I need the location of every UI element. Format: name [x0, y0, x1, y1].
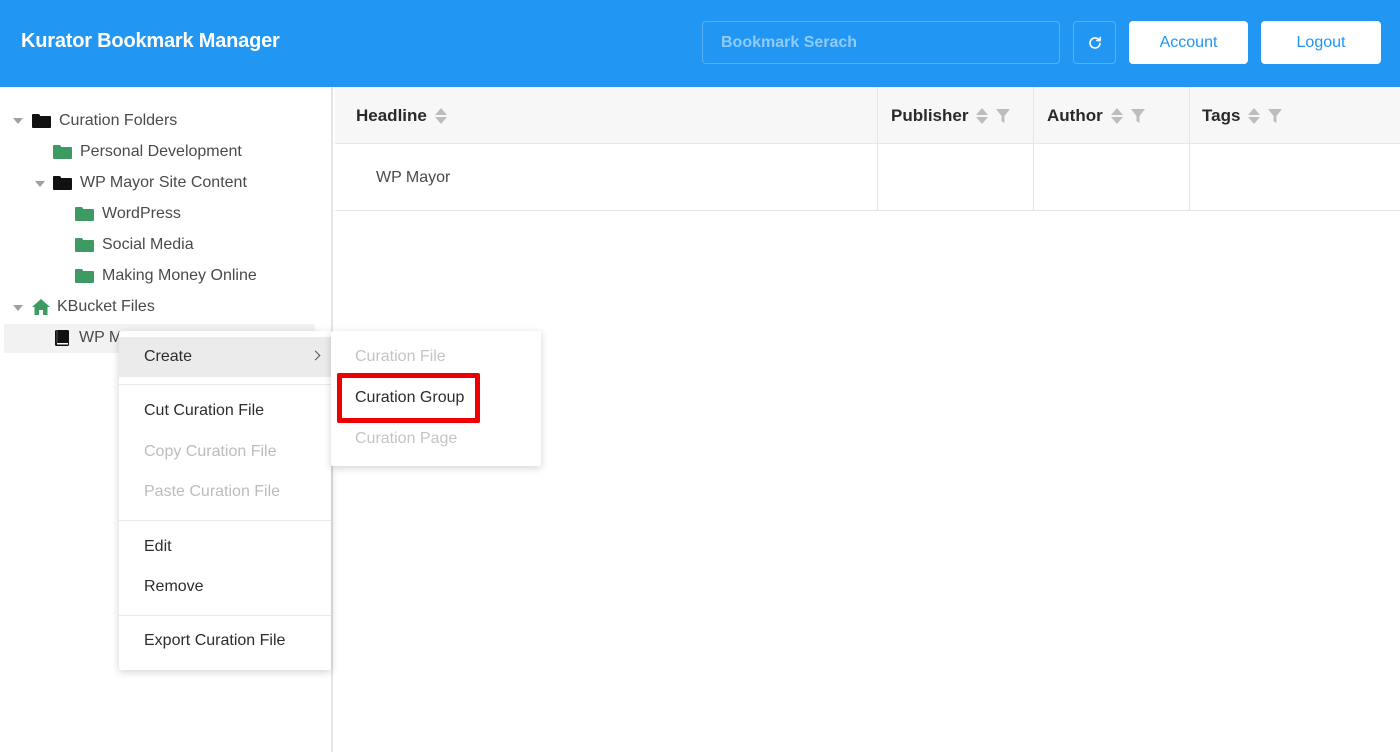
- filter-icon[interactable]: [1268, 108, 1283, 124]
- tree-item-label: Making Money Online: [102, 267, 257, 284]
- refresh-icon: [1088, 36, 1101, 49]
- sort-icon[interactable]: [976, 107, 989, 125]
- tree-item-label: WP Mayor Site Content: [80, 174, 247, 191]
- submenu-item-label: Curation File: [355, 348, 446, 365]
- home-icon: [32, 299, 50, 315]
- submenu-item-label: Curation Page: [355, 430, 458, 447]
- tree-item-making-money-online[interactable]: Making Money Online: [75, 262, 257, 290]
- folder-icon: [75, 238, 94, 252]
- filter-icon[interactable]: [996, 108, 1011, 124]
- column-label: Tags: [1202, 105, 1241, 125]
- menu-divider: [119, 520, 331, 521]
- tree-item-label: WP M: [79, 329, 123, 346]
- menu-item-cut-curation-file[interactable]: Cut Curation File: [119, 391, 331, 431]
- menu-item-label: Edit: [144, 538, 172, 555]
- menu-item-export-curation-file[interactable]: Export Curation File: [119, 621, 331, 661]
- menu-item-label: Paste Curation File: [144, 483, 281, 500]
- tree-item-label: WordPress: [102, 205, 181, 222]
- tree-item-wordpress[interactable]: WordPress: [75, 200, 181, 228]
- tree-item-label: KBucket Files: [57, 298, 155, 315]
- refresh-button[interactable]: [1073, 21, 1116, 64]
- column-header-headline[interactable]: Headline: [356, 87, 447, 144]
- logout-button[interactable]: Logout: [1261, 21, 1381, 64]
- table-row[interactable]: WP Mayor: [335, 145, 1400, 211]
- filter-icon[interactable]: [1130, 108, 1145, 124]
- tree-item-label: Curation Folders: [59, 112, 178, 129]
- menu-item-copy-curation-file[interactable]: Copy Curation File: [119, 432, 331, 472]
- menu-item-remove[interactable]: Remove: [119, 567, 331, 607]
- column-header-publisher[interactable]: Publisher: [891, 87, 1011, 144]
- tree-item-label: Personal Development: [80, 143, 242, 160]
- submenu-item-label: Curation Group: [355, 389, 465, 406]
- menu-divider: [119, 615, 331, 616]
- menu-divider: [119, 384, 331, 385]
- tree-item-personal-development[interactable]: Personal Development: [53, 138, 242, 166]
- menu-item-label: Export Curation File: [144, 632, 286, 649]
- tree-item-wp-mayor-site-content[interactable]: WP Mayor Site Content: [53, 169, 247, 197]
- context-menu: Create Cut Curation File Copy Curation F…: [119, 331, 331, 670]
- menu-item-edit[interactable]: Edit: [119, 527, 331, 567]
- submenu-item-curation-page[interactable]: Curation Page: [331, 419, 541, 459]
- caret-down-icon[interactable]: [13, 118, 23, 124]
- submenu-item-curation-file[interactable]: Curation File: [331, 337, 541, 377]
- column-label: Author: [1047, 105, 1103, 125]
- sort-icon[interactable]: [1110, 107, 1123, 125]
- sort-icon[interactable]: [434, 107, 447, 125]
- folder-icon: [53, 176, 72, 190]
- tree-item-kbucket-files[interactable]: KBucket Files: [31, 293, 155, 321]
- cell-headline: WP Mayor: [376, 169, 451, 186]
- column-label: Headline: [356, 105, 427, 125]
- table-header: Headline Publisher Author Tags: [335, 87, 1400, 144]
- column-header-tags[interactable]: Tags: [1202, 87, 1283, 144]
- column-label: Publisher: [891, 105, 969, 125]
- account-button[interactable]: Account: [1129, 21, 1248, 64]
- tree-item-curation-folders[interactable]: Curation Folders: [32, 107, 177, 135]
- folder-icon: [75, 207, 94, 221]
- folder-icon: [75, 269, 94, 283]
- book-icon: [55, 330, 69, 346]
- submenu-item-curation-group[interactable]: Curation Group: [331, 378, 541, 418]
- column-header-author[interactable]: Author: [1047, 87, 1145, 144]
- menu-item-label: Copy Curation File: [144, 443, 277, 460]
- folder-icon: [32, 114, 51, 128]
- chevron-right-icon: [310, 350, 321, 361]
- bookmark-search-input[interactable]: [702, 21, 1060, 64]
- folder-icon: [53, 145, 72, 159]
- tree-item-social-media[interactable]: Social Media: [75, 231, 194, 259]
- sort-icon[interactable]: [1248, 107, 1261, 125]
- tree-item-wp-mayor[interactable]: WP M: [53, 324, 122, 352]
- menu-item-create[interactable]: Create: [119, 337, 331, 377]
- caret-down-icon[interactable]: [35, 181, 45, 187]
- menu-item-label: Cut Curation File: [144, 402, 265, 419]
- menu-item-paste-curation-file[interactable]: Paste Curation File: [119, 472, 331, 512]
- caret-down-icon[interactable]: [13, 305, 23, 311]
- app-title: Kurator Bookmark Manager: [21, 30, 280, 52]
- menu-item-label: Create: [144, 348, 193, 365]
- menu-item-label: Remove: [144, 578, 204, 595]
- app-header: Kurator Bookmark Manager Account Logout: [0, 0, 1400, 87]
- create-submenu: Curation File Curation Group Curation Pa…: [331, 331, 541, 466]
- tree-item-label: Social Media: [102, 236, 194, 253]
